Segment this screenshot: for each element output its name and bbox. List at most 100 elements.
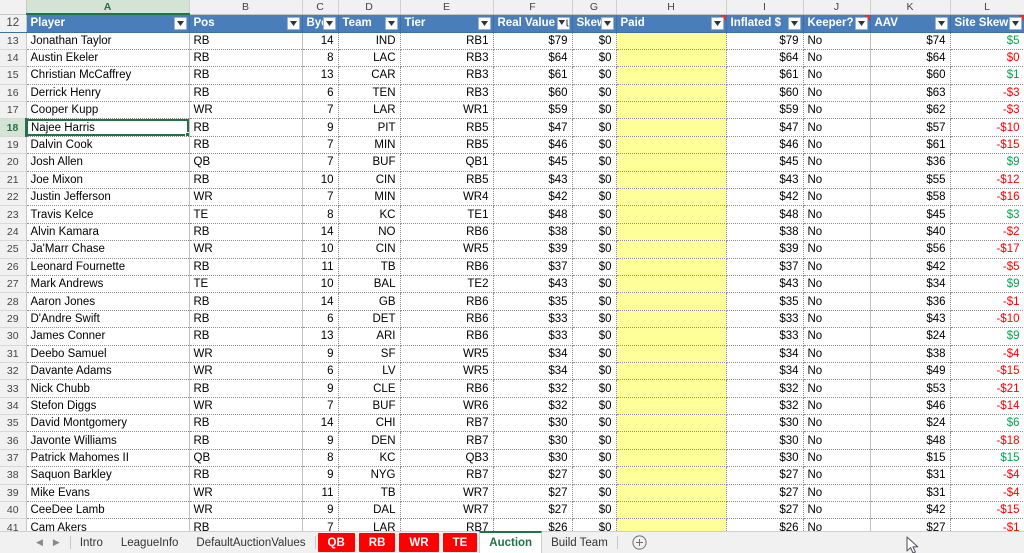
cell-inflated[interactable]: $30 bbox=[726, 449, 804, 468]
cell-tier[interactable]: RB6 bbox=[400, 310, 494, 329]
cell-skew[interactable]: $0 bbox=[572, 414, 617, 433]
cell-aav[interactable]: $38 bbox=[870, 345, 951, 363]
cell-tier[interactable]: TE1 bbox=[400, 205, 494, 224]
table-row[interactable]: 16 Derrick Henry RB 6 TEN RB3 $60 $0 $60 No $63 -$3 bbox=[0, 84, 1024, 103]
cell-player[interactable]: Cam Akers bbox=[26, 518, 190, 531]
cell-aav[interactable]: $63 bbox=[870, 84, 951, 103]
table-row[interactable]: 38 Saquon Barkley RB 9 NYG RB7 $27 $0 $27 No $31 -$… bbox=[0, 466, 1024, 485]
cell-real-value[interactable]: $27 bbox=[493, 466, 573, 485]
cell-site-skew[interactable]: $6 bbox=[950, 414, 1024, 433]
cell-bye[interactable]: 9 bbox=[302, 345, 339, 363]
cell-pos[interactable]: RB bbox=[189, 84, 303, 103]
cell-bye[interactable]: 9 bbox=[302, 431, 339, 450]
cell-inflated[interactable]: $47 bbox=[726, 118, 804, 137]
cell-keeper[interactable]: No bbox=[803, 223, 871, 242]
row-header-13[interactable]: 13 bbox=[0, 32, 27, 50]
cell-bye[interactable]: 6 bbox=[302, 362, 339, 381]
cell-paid[interactable] bbox=[616, 66, 727, 85]
cell-inflated[interactable]: $32 bbox=[726, 397, 804, 416]
cell-player[interactable]: CeeDee Lamb bbox=[26, 501, 190, 520]
cell-site-skew[interactable]: $1 bbox=[950, 66, 1024, 85]
cell-team[interactable]: CAR bbox=[338, 66, 401, 85]
cell-site-skew[interactable]: -$2 bbox=[950, 223, 1024, 242]
row-header-16[interactable]: 16 bbox=[0, 84, 27, 103]
cell-pos[interactable]: WR bbox=[189, 397, 303, 416]
cell-pos[interactable]: WR bbox=[189, 484, 303, 503]
cell-real-value[interactable]: $47 bbox=[493, 118, 573, 137]
cell-site-skew[interactable]: -$4 bbox=[950, 484, 1024, 503]
select-all-corner[interactable] bbox=[0, 0, 27, 15]
cell-real-value[interactable]: $27 bbox=[493, 501, 573, 520]
table-row[interactable]: 20 Josh Allen QB 7 BUF QB1 $45 $0 $45 No $36 $9 bbox=[0, 153, 1024, 172]
table-row[interactable]: 29 D'Andre Swift RB 6 DET RB6 $33 $0 $33 No $43 -$1… bbox=[0, 310, 1024, 329]
filter-dropdown-icon-keeper[interactable] bbox=[854, 16, 868, 30]
cell-team[interactable]: MIN bbox=[338, 188, 401, 207]
cell-keeper[interactable]: No bbox=[803, 397, 871, 416]
cell-pos[interactable]: WR bbox=[189, 188, 303, 207]
cell-pos[interactable]: RB bbox=[189, 171, 303, 190]
cell-tier[interactable]: WR5 bbox=[400, 240, 494, 259]
sheet-tab-wr[interactable]: WR bbox=[399, 533, 439, 552]
cell-real-value[interactable]: $59 bbox=[493, 101, 573, 120]
cell-real-value[interactable]: $33 bbox=[493, 327, 573, 346]
cell-bye[interactable]: 8 bbox=[302, 205, 339, 224]
cell-paid[interactable] bbox=[616, 292, 727, 311]
cell-inflated[interactable]: $61 bbox=[726, 66, 804, 85]
cell-skew[interactable]: $0 bbox=[572, 310, 617, 329]
column-header-H[interactable]: H bbox=[616, 0, 727, 15]
cell-pos[interactable]: RB bbox=[189, 518, 303, 531]
cell-aav[interactable]: $45 bbox=[870, 205, 951, 224]
cell-inflated[interactable]: $64 bbox=[726, 49, 804, 68]
cell-paid[interactable] bbox=[616, 414, 727, 433]
cell-aav[interactable]: $64 bbox=[870, 49, 951, 68]
cell-paid[interactable] bbox=[616, 310, 727, 329]
cell-real-value[interactable]: $34 bbox=[493, 345, 573, 363]
cell-pos[interactable]: WR bbox=[189, 240, 303, 259]
row-header-35[interactable]: 35 bbox=[0, 414, 27, 433]
cell-real-value[interactable]: $39 bbox=[493, 240, 573, 259]
cell-paid[interactable] bbox=[616, 379, 727, 398]
cell-keeper[interactable]: No bbox=[803, 431, 871, 450]
cell-aav[interactable]: $43 bbox=[870, 310, 951, 329]
table-row[interactable]: 37 Patrick Mahomes II QB 8 KC QB3 $30 $0 $30 No $1… bbox=[0, 449, 1024, 468]
cell-aav[interactable]: $24 bbox=[870, 327, 951, 346]
sheet-tab-defaultauctionvalues[interactable]: DefaultAuctionValues bbox=[187, 532, 314, 553]
cell-paid[interactable] bbox=[616, 258, 727, 276]
table-row[interactable]: 21 Joe Mixon RB 10 CIN RB5 $43 $0 $43 No $55 -$12 bbox=[0, 171, 1024, 190]
column-header-C[interactable]: C bbox=[302, 0, 339, 15]
cell-skew[interactable]: $0 bbox=[572, 49, 617, 68]
row-header-39[interactable]: 39 bbox=[0, 484, 27, 503]
cell-team[interactable]: IND bbox=[338, 32, 401, 50]
cell-real-value[interactable]: $30 bbox=[493, 431, 573, 450]
cell-team[interactable]: BAL bbox=[338, 275, 401, 294]
cell-paid[interactable] bbox=[616, 223, 727, 242]
column-header-G[interactable]: G bbox=[572, 0, 617, 15]
cell-skew[interactable]: $0 bbox=[572, 171, 617, 190]
cell-site-skew[interactable]: $0 bbox=[950, 49, 1024, 68]
cell-team[interactable]: LAR bbox=[338, 518, 401, 531]
row-header-34[interactable]: 34 bbox=[0, 397, 27, 416]
cell-site-skew[interactable]: $9 bbox=[950, 327, 1024, 346]
table-row[interactable]: 15 Christian McCaffrey RB 13 CAR RB3 $61 $0 $61 N… bbox=[0, 66, 1024, 85]
table-row[interactable]: 32 Davante Adams WR 6 LV WR5 $34 $0 $34 No $49 -$15 bbox=[0, 362, 1024, 381]
cell-site-skew[interactable]: -$15 bbox=[950, 136, 1024, 155]
cell-site-skew[interactable]: -$15 bbox=[950, 501, 1024, 520]
cell-pos[interactable]: WR bbox=[189, 345, 303, 363]
row-header-29[interactable]: 29 bbox=[0, 310, 27, 329]
cell-real-value[interactable]: $32 bbox=[493, 379, 573, 398]
cell-pos[interactable]: RB bbox=[189, 310, 303, 329]
cell-inflated[interactable]: $34 bbox=[726, 345, 804, 363]
cell-bye[interactable]: 14 bbox=[302, 223, 339, 242]
cell-team[interactable]: DEN bbox=[338, 431, 401, 450]
cell-site-skew[interactable]: $9 bbox=[950, 153, 1024, 172]
cell-site-skew[interactable]: -$5 bbox=[950, 258, 1024, 276]
cell-paid[interactable] bbox=[616, 449, 727, 468]
cell-bye[interactable]: 7 bbox=[302, 397, 339, 416]
cell-bye[interactable]: 6 bbox=[302, 310, 339, 329]
cell-inflated[interactable]: $35 bbox=[726, 292, 804, 311]
table-row[interactable]: 34 Stefon Diggs WR 7 BUF WR6 $32 $0 $32 No $46 -$14 bbox=[0, 397, 1024, 416]
cell-real-value[interactable]: $60 bbox=[493, 84, 573, 103]
row-header-32[interactable]: 32 bbox=[0, 362, 27, 381]
cell-tier[interactable]: QB3 bbox=[400, 449, 494, 468]
filter-dropdown-icon-aav[interactable] bbox=[934, 16, 948, 30]
